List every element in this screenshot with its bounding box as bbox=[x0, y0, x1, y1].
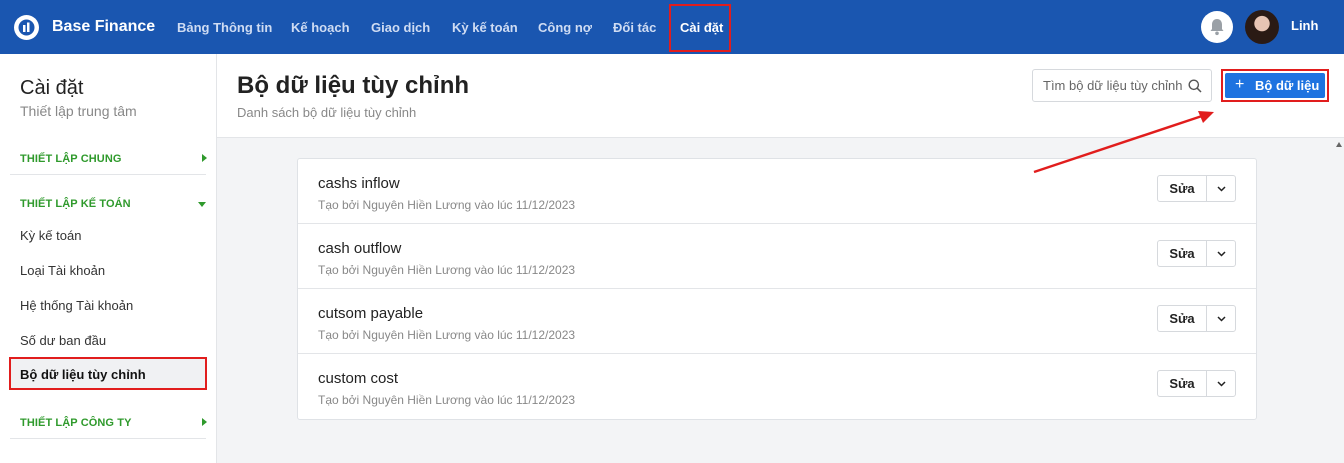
dataset-meta: Tạo bởi Nguyên Hiền Lương vào lúc 11/12/… bbox=[318, 393, 576, 407]
divider bbox=[10, 174, 206, 175]
sidebar-item-chart-of-accounts[interactable]: Hệ thống Tài khoản bbox=[20, 298, 133, 313]
edit-button[interactable]: Sửa bbox=[1157, 240, 1207, 267]
chevron-down-icon bbox=[1217, 186, 1226, 192]
more-actions-button[interactable] bbox=[1206, 240, 1236, 267]
app-brand-name[interactable]: Base Finance bbox=[52, 18, 155, 36]
settings-sidebar: Cài đặt Thiết lập trung tâm THIẾT LẬP CH… bbox=[0, 54, 217, 463]
more-actions-button[interactable] bbox=[1206, 370, 1236, 397]
top-nav-bar: Base Finance Bảng Thông tin Kế hoạch Gia… bbox=[0, 0, 1344, 54]
sidebar-item-label: Bộ dữ liệu tùy chỉnh bbox=[20, 367, 146, 382]
nav-item-plan[interactable]: Kế hoạch bbox=[291, 20, 350, 35]
edit-button[interactable]: Sửa bbox=[1157, 305, 1207, 332]
sidebar-item-accounting-period[interactable]: Kỳ kế toán bbox=[20, 228, 81, 243]
dataset-name[interactable]: cashs inflow bbox=[318, 175, 400, 192]
chevron-down-icon bbox=[1217, 251, 1226, 257]
sidebar-item-custom-datasets[interactable]: Bộ dữ liệu tùy chỉnh bbox=[9, 357, 207, 390]
chevron-right-icon bbox=[202, 154, 207, 162]
search-icon[interactable] bbox=[1188, 79, 1202, 93]
list-item[interactable]: custom cost Tạo bởi Nguyên Hiền Lương và… bbox=[298, 354, 1256, 419]
chevron-right-icon bbox=[202, 418, 207, 426]
scroll-up-arrow-icon[interactable] bbox=[1336, 142, 1342, 147]
list-item[interactable]: cash outflow Tạo bởi Nguyên Hiền Lương v… bbox=[298, 224, 1256, 289]
add-dataset-label: Bộ dữ liệu bbox=[1255, 78, 1320, 93]
section-company-settings[interactable]: THIẾT LẬP CÔNG TY bbox=[20, 417, 132, 429]
section-general-settings[interactable]: THIẾT LẬP CHUNG bbox=[20, 153, 122, 165]
nav-item-accounting-period[interactable]: Kỳ kế toán bbox=[452, 20, 518, 35]
search-box bbox=[1032, 69, 1212, 102]
add-dataset-button[interactable]: + Bộ dữ liệu bbox=[1225, 73, 1325, 98]
sidebar-item-opening-balance[interactable]: Số dư ban đầu bbox=[20, 333, 106, 348]
avatar[interactable] bbox=[1245, 10, 1279, 44]
dataset-name[interactable]: cash outflow bbox=[318, 240, 401, 257]
app-logo-icon[interactable] bbox=[14, 15, 39, 40]
more-actions-button[interactable] bbox=[1206, 305, 1236, 332]
dataset-name[interactable]: custom cost bbox=[318, 370, 398, 387]
dataset-name[interactable]: cutsom payable bbox=[318, 305, 423, 322]
dataset-meta: Tạo bởi Nguyên Hiền Lương vào lúc 11/12/… bbox=[318, 198, 576, 212]
page-title: Bộ dữ liệu tùy chỉnh bbox=[237, 72, 470, 99]
plus-icon: + bbox=[1235, 76, 1245, 93]
chevron-down-icon bbox=[1217, 381, 1226, 387]
list-item[interactable]: cutsom payable Tạo bởi Nguyên Hiền Lương… bbox=[298, 289, 1256, 354]
edit-button[interactable]: Sửa bbox=[1157, 370, 1207, 397]
sidebar-subtitle: Thiết lập trung tâm bbox=[20, 103, 137, 119]
dataset-meta: Tạo bởi Nguyên Hiền Lương vào lúc 11/12/… bbox=[318, 263, 576, 277]
nav-item-transactions[interactable]: Giao dịch bbox=[371, 20, 430, 35]
chevron-down-icon bbox=[198, 202, 206, 207]
add-button-highlight: + Bộ dữ liệu bbox=[1221, 69, 1329, 102]
bell-icon bbox=[1210, 19, 1224, 36]
nav-item-partners[interactable]: Đối tác bbox=[613, 20, 656, 35]
search-input[interactable] bbox=[1043, 78, 1183, 93]
divider bbox=[10, 438, 206, 439]
notification-button[interactable] bbox=[1201, 11, 1233, 43]
dataset-list: cashs inflow Tạo bởi Nguyên Hiền Lương v… bbox=[297, 158, 1257, 420]
annotation-arrow bbox=[1033, 111, 1214, 174]
nav-item-dashboard[interactable]: Bảng Thông tin bbox=[177, 20, 272, 35]
more-actions-button[interactable] bbox=[1206, 175, 1236, 202]
chevron-down-icon bbox=[1217, 316, 1226, 322]
section-accounting-settings[interactable]: THIẾT LẬP KẾ TOÁN bbox=[20, 198, 131, 210]
nav-item-settings[interactable]: Cài đặt bbox=[680, 20, 723, 35]
sidebar-item-account-types[interactable]: Loại Tài khoản bbox=[20, 263, 105, 278]
dataset-meta: Tạo bởi Nguyên Hiền Lương vào lúc 11/12/… bbox=[318, 328, 576, 342]
page-subtitle: Danh sách bộ dữ liệu tùy chỉnh bbox=[237, 105, 417, 120]
user-name[interactable]: Linh bbox=[1291, 18, 1318, 33]
nav-item-debts[interactable]: Công nợ bbox=[538, 20, 592, 35]
sidebar-title: Cài đặt bbox=[20, 77, 84, 99]
edit-button[interactable]: Sửa bbox=[1157, 175, 1207, 202]
